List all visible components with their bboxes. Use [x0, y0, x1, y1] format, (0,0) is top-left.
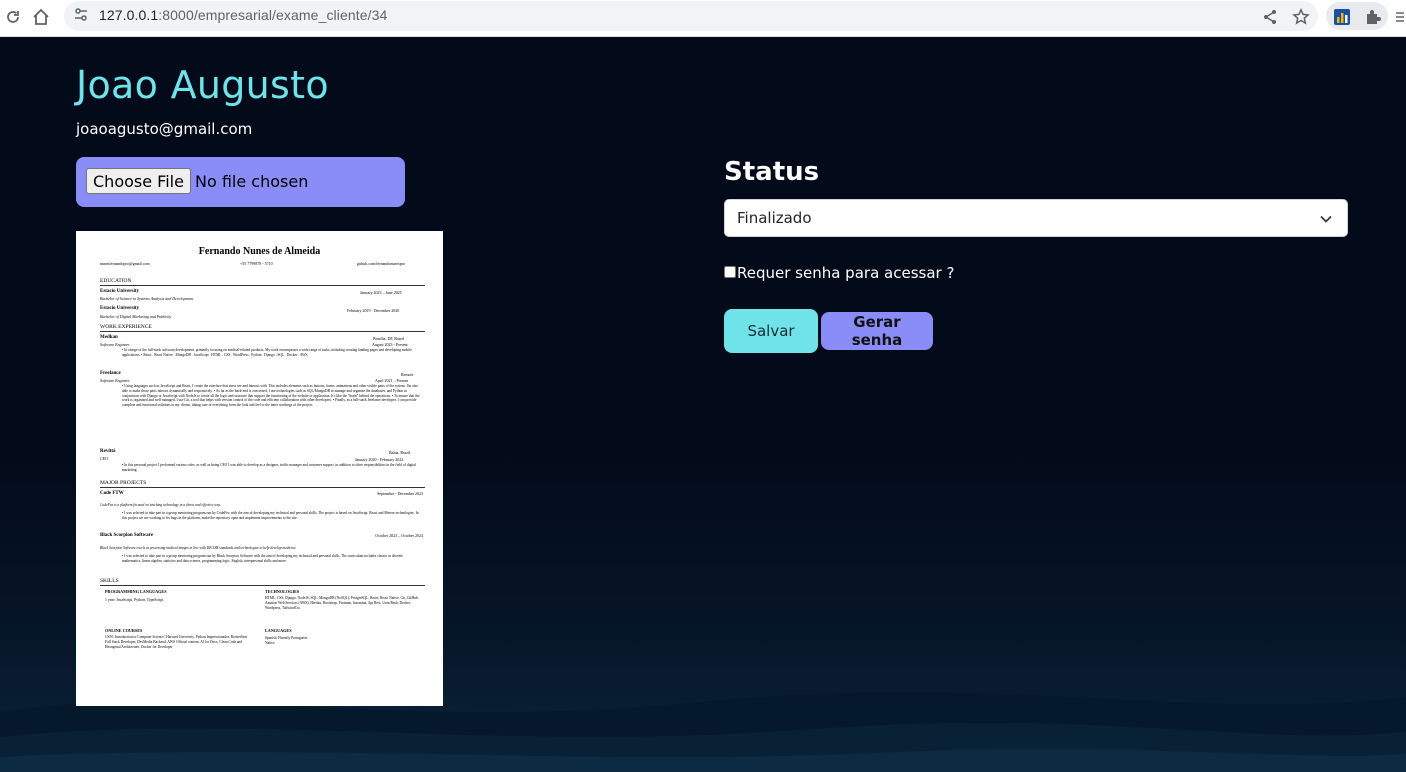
resume-work-body: • In charge of the full-stack software d… — [122, 348, 412, 357]
resume-work-role: Software Engineer — [100, 378, 130, 383]
resume-work-role: CEO — [100, 456, 108, 461]
candidate-name: Joao Augusto — [76, 63, 329, 107]
resume-project-body: • I was selected to take part in a group… — [122, 554, 403, 563]
bookmark-star-icon[interactable] — [1288, 4, 1314, 30]
home-icon[interactable] — [28, 4, 54, 30]
resume-work-company: Medkan — [100, 335, 118, 340]
save-button[interactable]: Salvar — [724, 309, 818, 353]
address-bar[interactable]: 127.0.0.1:8000/empresarial/exame_cliente… — [64, 1, 1318, 31]
resume-edu-degree: Bachelor of Science in Systems Analysis … — [100, 296, 194, 301]
reload-icon[interactable] — [0, 4, 26, 30]
file-status: No file chosen — [195, 172, 309, 191]
resume-edu-school: Estacio University — [100, 289, 140, 294]
candidate-email: joaoagusto@gmail.com — [76, 120, 253, 138]
resume-edu-degree: Bachelor of Digital Marketing and Public… — [100, 314, 172, 319]
resume-work-company: Freelance — [100, 371, 121, 376]
url-path: :8000/empresarial/exame_cliente/34 — [158, 7, 388, 23]
resume-preview: Fernando Nunes de Almeida nunesfernandop… — [76, 231, 443, 706]
resume-edu-school: Estacio University — [100, 306, 140, 311]
resume-project-tagline: CodeFtw is a platform focused on teachin… — [100, 503, 221, 507]
resume-work-location: Brasília, DF, Brazil — [373, 336, 405, 341]
resume-work-body: • Using languages such as JavaScript and… — [122, 384, 420, 408]
puzzle-extensions-icon[interactable] — [1360, 4, 1386, 30]
status-selected-value: Finalizado — [737, 209, 812, 227]
choose-file-button[interactable]: Choose File — [86, 168, 191, 194]
resume-section-education: EDUCATION — [100, 278, 425, 286]
resume-skill-title: ONLINE COURSES — [105, 628, 143, 633]
resume-edu-date: January 2023 – June 2025 — [360, 290, 402, 295]
resume-section-skills: SKILLS — [100, 578, 425, 586]
chevron-down-icon — [1319, 211, 1333, 230]
resume-section-work: WORK EXPERIENCE — [100, 324, 425, 332]
resume-name: Fernando Nunes de Almeida — [198, 246, 321, 257]
resume-edu-date: February 2019 - December 2020 — [347, 308, 400, 313]
menu-icon[interactable] — [1392, 4, 1406, 30]
share-icon[interactable] — [1257, 4, 1283, 30]
resume-phone: +55 7799878 - 5710 — [240, 261, 273, 266]
generate-password-button[interactable]: Gerar senha — [821, 312, 933, 350]
resume-work-date: August 2023 - Present — [372, 342, 408, 347]
analytics-extension-icon[interactable] — [1329, 4, 1355, 30]
resume-project-name: Black Scorpion Software — [100, 533, 153, 538]
require-password-checkbox[interactable] — [724, 266, 736, 278]
resume-skill-body: Spanish: Fluently Portuguese: Native — [265, 636, 309, 645]
resume-work-role: Software Engineer — [100, 342, 130, 347]
page-content: Joao Augusto joaoagusto@gmail.com Choose… — [0, 37, 1406, 772]
resume-skill-title: PROGRAMMING LANGUAGES — [105, 589, 167, 594]
resume-section-projects: MAJOR PROJECTS — [100, 480, 425, 488]
url-text: 127.0.0.1:8000/empresarial/exame_cliente… — [99, 7, 387, 23]
resume-email: nunesfernandopro@gmail.com — [100, 261, 150, 266]
resume-work-location: Bahia, Brazil — [389, 450, 411, 455]
file-upload[interactable]: Choose File No file chosen — [76, 157, 405, 207]
resume-work-company: Revittá — [100, 449, 116, 454]
resume-project-name: Code FTW — [100, 491, 124, 496]
url-host: 127.0.0.1 — [99, 7, 159, 23]
resume-work-location: Remote — [401, 372, 414, 377]
resume-skill-title: TECHNOLOGIES — [265, 589, 300, 594]
resume-skill-title: LANGUAGES — [265, 628, 292, 633]
resume-project-date: September - December 2023 — [377, 491, 423, 496]
status-heading: Status — [724, 157, 820, 187]
status-select[interactable]: Finalizado — [724, 199, 1348, 237]
resume-work-date: April 2021 – Present — [375, 378, 409, 383]
site-info-icon[interactable] — [73, 7, 89, 27]
browser-toolbar: 127.0.0.1:8000/empresarial/exame_cliente… — [0, 0, 1406, 37]
resume-project-date: October 2023 – October 2024 — [375, 533, 423, 538]
resume-work-body: • In this personal project I performed v… — [122, 463, 416, 472]
require-password-label[interactable]: Requer senha para acessar ? — [737, 264, 954, 282]
resume-skill-body: CS50: Introduction to Computer Science |… — [105, 635, 248, 649]
resume-skill-body: 1 year: JavaScript, Python, TypeScript — [105, 598, 164, 602]
resume-project-body: • I was selected to take part in a group… — [122, 511, 419, 520]
resume-work-date: January 2020 - February 2022 — [355, 457, 404, 462]
resume-skill-body: HTML, CSS, Django, NodeJS, SQL, MongoDB … — [265, 596, 419, 610]
resume-project-tagline: Black Scorpion Software excels at proces… — [100, 546, 297, 550]
resume-github: github.com/fernandonunespro — [357, 261, 406, 266]
